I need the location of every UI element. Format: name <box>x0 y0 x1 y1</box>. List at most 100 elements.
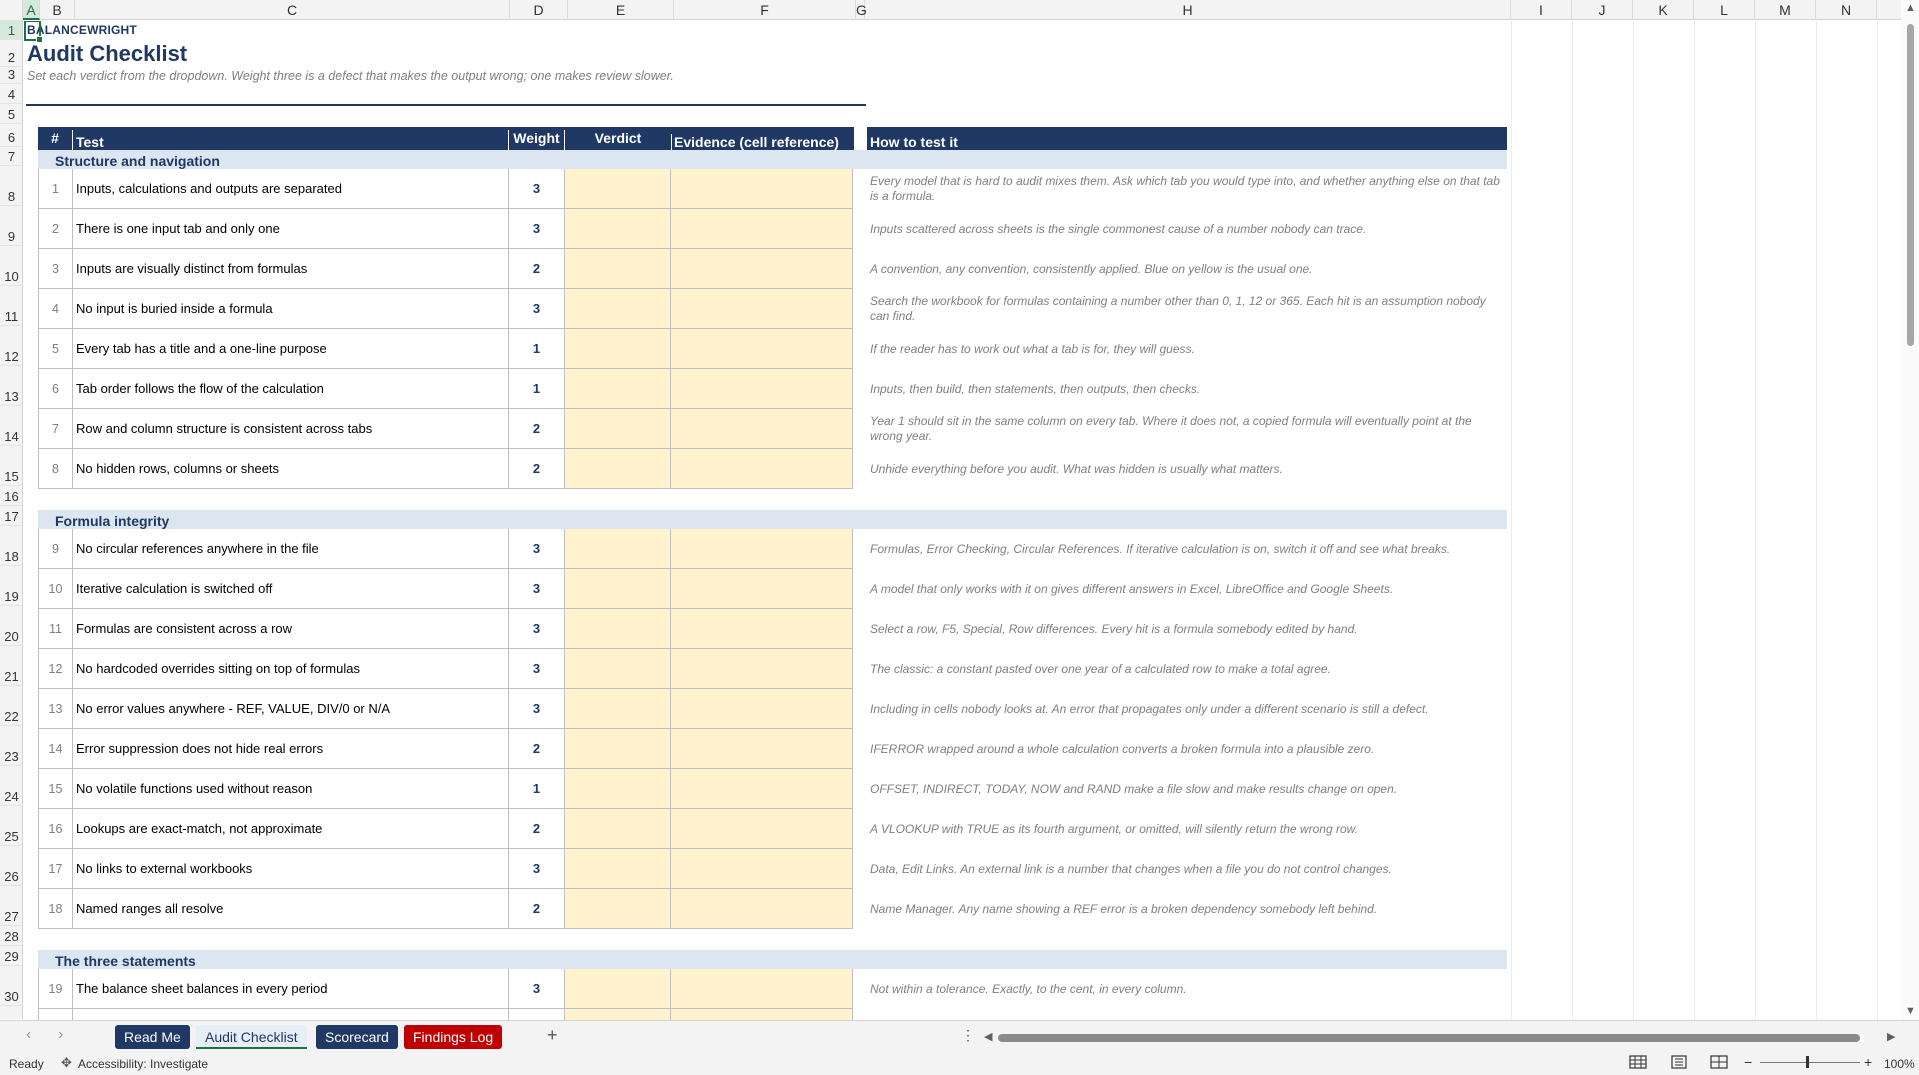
evidence-input[interactable] <box>671 569 853 609</box>
row-header[interactable]: 8 <box>0 166 22 206</box>
select-all-corner[interactable] <box>0 0 23 20</box>
page-layout-icon[interactable] <box>1670 1055 1688 1069</box>
scroll-down-icon[interactable]: ▼ <box>1905 1005 1916 1017</box>
verdict-dropdown[interactable] <box>565 769 671 809</box>
zoom-slider[interactable] <box>1760 1062 1860 1063</box>
row-header[interactable]: 1 <box>0 20 22 40</box>
more-options-icon[interactable]: ⋮ <box>961 1027 975 1044</box>
column-header-e[interactable]: E <box>568 0 674 20</box>
horizontal-scrollbar[interactable] <box>997 1034 1864 1042</box>
evidence-input[interactable] <box>671 609 853 649</box>
evidence-input[interactable] <box>671 209 853 249</box>
vertical-scroll-thumb[interactable] <box>1907 24 1914 346</box>
verdict-dropdown[interactable] <box>565 689 671 729</box>
evidence-input[interactable] <box>671 689 853 729</box>
column-header-b[interactable]: B <box>40 0 75 20</box>
prev-sheet-icon[interactable]: ‹ <box>26 1026 31 1044</box>
row-header[interactable]: 30 <box>0 966 22 1006</box>
sheet-tab-audit-checklist[interactable]: Audit Checklist <box>196 1025 307 1049</box>
verdict-dropdown[interactable] <box>565 569 671 609</box>
verdict-dropdown[interactable] <box>565 409 671 449</box>
evidence-input[interactable] <box>671 969 853 1009</box>
evidence-input[interactable] <box>671 889 853 929</box>
column-header-h[interactable]: H <box>865 0 1511 20</box>
next-sheet-icon[interactable]: › <box>58 1026 63 1044</box>
scroll-right-icon[interactable]: ▶ <box>1887 1030 1895 1043</box>
zoom-out-icon[interactable]: − <box>1744 1054 1752 1070</box>
evidence-input[interactable] <box>671 769 853 809</box>
column-header-g[interactable]: G <box>856 0 867 20</box>
column-header-n[interactable]: N <box>1816 0 1877 20</box>
zoom-level[interactable]: 100% <box>1884 1057 1915 1071</box>
row-header[interactable]: 5 <box>0 104 22 124</box>
evidence-input[interactable] <box>671 449 853 489</box>
row-header[interactable]: 2 <box>0 40 22 67</box>
row-header[interactable]: 7 <box>0 147 22 166</box>
row-header[interactable]: 18 <box>0 526 22 566</box>
evidence-input[interactable] <box>671 329 853 369</box>
row-header[interactable]: 28 <box>0 926 22 946</box>
column-header-l[interactable]: L <box>1694 0 1755 20</box>
evidence-input[interactable] <box>671 1009 853 1020</box>
verdict-dropdown[interactable] <box>565 209 671 249</box>
row-header[interactable]: 26 <box>0 846 22 886</box>
column-header-j[interactable]: J <box>1572 0 1633 20</box>
column-header-d[interactable]: D <box>510 0 568 20</box>
row-header[interactable]: 9 <box>0 206 22 246</box>
add-sheet-button[interactable]: + <box>547 1025 558 1046</box>
row-header[interactable]: 17 <box>0 506 22 526</box>
row-header[interactable]: 20 <box>0 606 22 646</box>
verdict-dropdown[interactable] <box>565 169 671 209</box>
evidence-input[interactable] <box>671 409 853 449</box>
column-header-m[interactable]: M <box>1755 0 1816 20</box>
verdict-dropdown[interactable] <box>565 249 671 289</box>
row-header[interactable]: 23 <box>0 726 22 766</box>
verdict-dropdown[interactable] <box>565 969 671 1009</box>
row-header[interactable]: 24 <box>0 766 22 806</box>
evidence-input[interactable] <box>671 369 853 409</box>
page-break-icon[interactable] <box>1710 1055 1728 1069</box>
verdict-dropdown[interactable] <box>565 369 671 409</box>
column-header-k[interactable]: K <box>1633 0 1694 20</box>
row-header[interactable]: 27 <box>0 886 22 926</box>
column-header-f[interactable]: F <box>674 0 856 20</box>
row-header[interactable]: 3 <box>0 67 22 84</box>
row-header[interactable]: 25 <box>0 806 22 846</box>
verdict-dropdown[interactable] <box>565 809 671 849</box>
sheet-tab-scorecard[interactable]: Scorecard <box>316 1025 398 1049</box>
evidence-input[interactable] <box>671 169 853 209</box>
normal-view-icon[interactable] <box>1629 1055 1647 1069</box>
row-header[interactable]: 22 <box>0 686 22 726</box>
verdict-dropdown[interactable] <box>565 889 671 929</box>
verdict-dropdown[interactable] <box>565 849 671 889</box>
verdict-dropdown[interactable] <box>565 1009 671 1020</box>
horizontal-scroll-thumb[interactable] <box>998 1034 1860 1042</box>
zoom-in-icon[interactable]: + <box>1864 1054 1872 1070</box>
evidence-input[interactable] <box>671 529 853 569</box>
row-header[interactable]: 11 <box>0 286 22 326</box>
row-header[interactable]: 16 <box>0 486 22 506</box>
row-header[interactable]: 13 <box>0 366 22 406</box>
evidence-input[interactable] <box>671 729 853 769</box>
sheet-grid[interactable]: BALANCEWRIGHT Audit Checklist Set each v… <box>24 21 1901 1020</box>
row-header[interactable]: 6 <box>0 124 22 147</box>
column-header-i[interactable]: I <box>1511 0 1572 20</box>
row-header[interactable]: 19 <box>0 566 22 606</box>
zoom-slider-handle[interactable] <box>1806 1056 1809 1068</box>
scroll-up-icon[interactable]: ▲ <box>1905 2 1916 14</box>
vertical-scrollbar[interactable]: ▲ ▼ <box>1901 0 1919 1020</box>
verdict-dropdown[interactable] <box>565 729 671 769</box>
row-header[interactable]: 15 <box>0 446 22 486</box>
evidence-input[interactable] <box>671 649 853 689</box>
sheet-tab-findings-log[interactable]: Findings Log <box>404 1025 503 1049</box>
verdict-dropdown[interactable] <box>565 449 671 489</box>
verdict-dropdown[interactable] <box>565 529 671 569</box>
verdict-dropdown[interactable] <box>565 289 671 329</box>
accessibility-status[interactable]: Accessibility: Investigate <box>78 1057 208 1071</box>
evidence-input[interactable] <box>671 809 853 849</box>
verdict-dropdown[interactable] <box>565 649 671 689</box>
row-header[interactable]: 12 <box>0 326 22 366</box>
active-cell-a1[interactable] <box>24 21 43 43</box>
column-header-c[interactable]: C <box>75 0 510 20</box>
sheet-tab-read-me[interactable]: Read Me <box>115 1025 190 1049</box>
